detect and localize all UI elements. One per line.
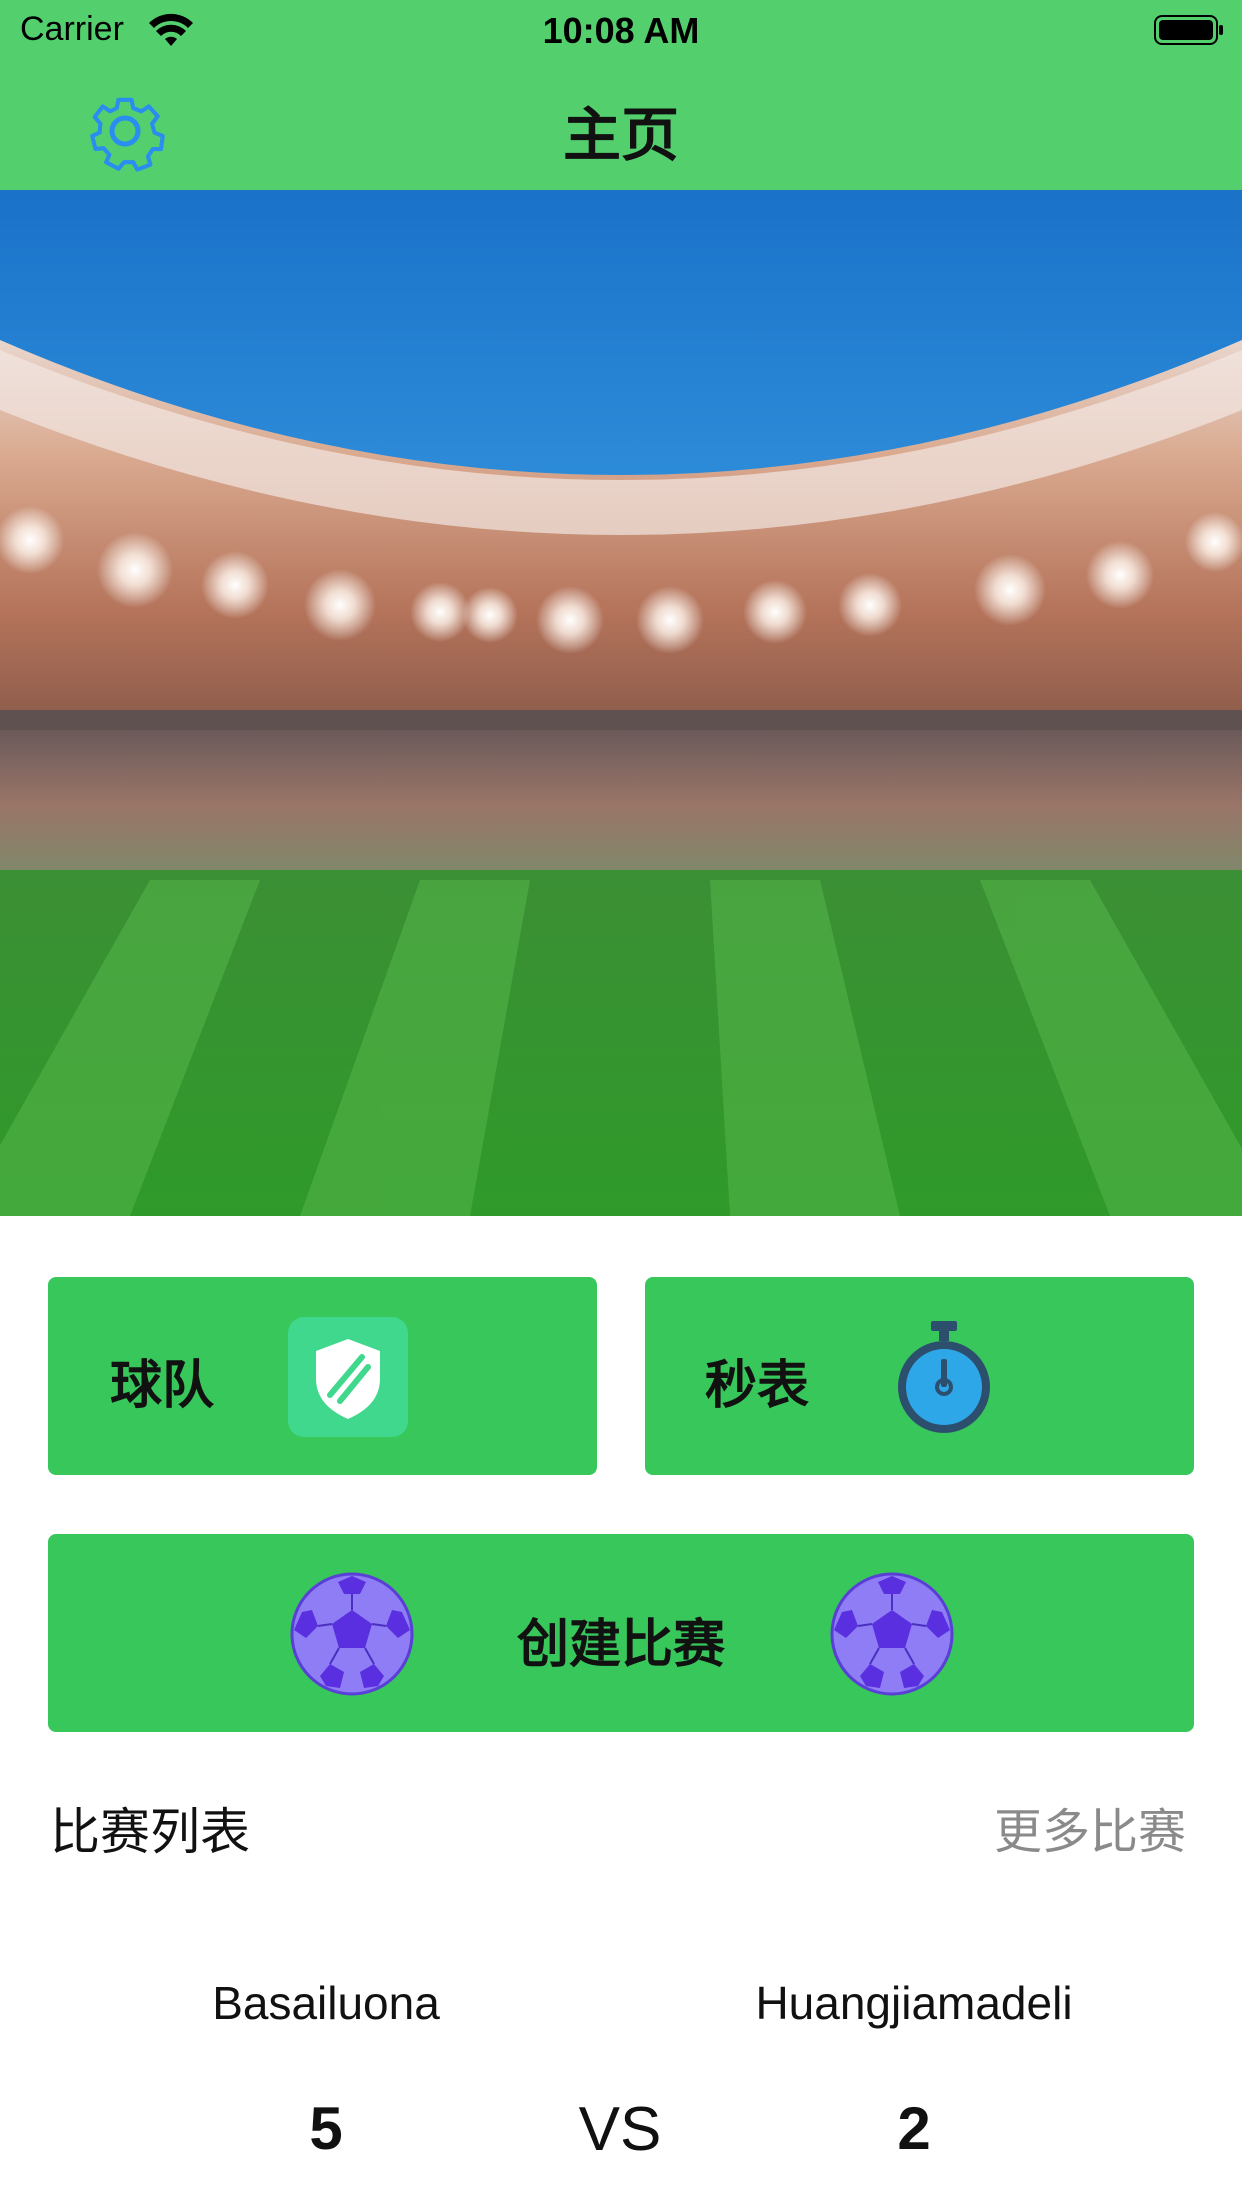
create-match-button[interactable]: 创建比赛	[48, 1534, 1194, 1732]
more-matches-link[interactable]: 更多比赛	[994, 1792, 1186, 1862]
home-team-score: 5	[309, 2095, 343, 2162]
status-bar: Carrier 10:08 AM	[0, 0, 1242, 62]
match-list-title: 比赛列表	[50, 1804, 250, 1860]
team-button-label: 球队	[110, 1357, 215, 1415]
stadium-hero-image	[0, 190, 1242, 1216]
status-time: 10:08 AM	[542, 10, 700, 51]
shield-icon	[288, 1317, 408, 1437]
home-team-name: Basailuona	[212, 1977, 440, 2029]
navigation-bar: Carrier 10:08 AM 主页	[0, 0, 1242, 190]
create-match-label: 创建比赛	[516, 1616, 725, 1674]
away-team-name: Huangjiamadeli	[755, 1977, 1073, 2029]
stopwatch-button-label: 秒表	[705, 1357, 810, 1415]
versus-label: VS	[578, 2095, 662, 2164]
away-team-score: 2	[897, 2095, 931, 2162]
team-button[interactable]: 球队	[48, 1277, 597, 1475]
page-title: 主页	[562, 103, 679, 168]
match-list-item[interactable]: Basailuona Huangjiamadeli 5 VS 2	[0, 1960, 1242, 2208]
battery-icon	[1154, 15, 1223, 45]
stopwatch-button[interactable]: 秒表	[645, 1277, 1194, 1475]
soccer-ball-icon	[830, 1572, 954, 1696]
stopwatch-icon	[898, 1321, 990, 1433]
